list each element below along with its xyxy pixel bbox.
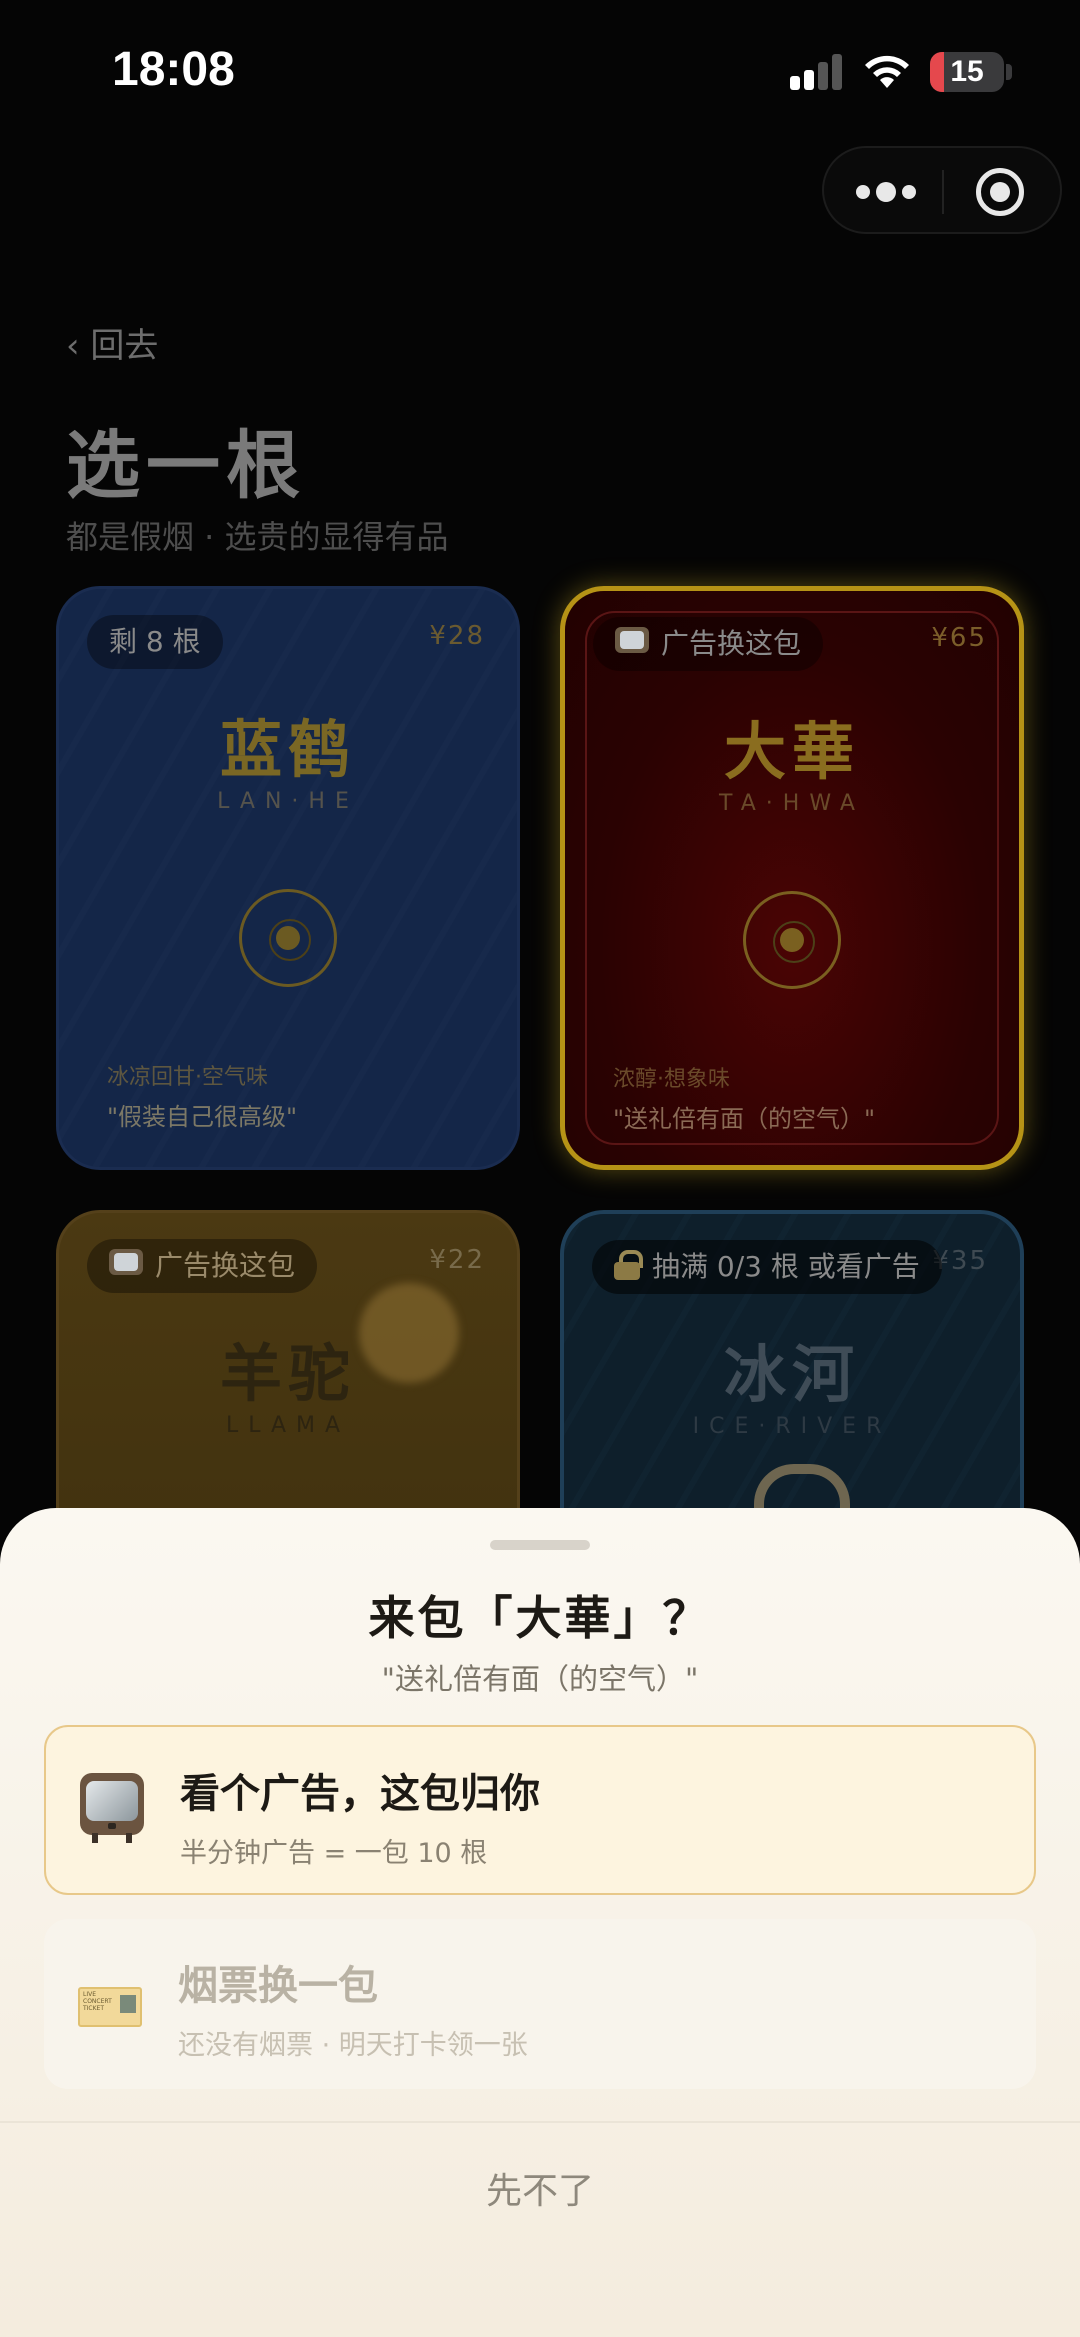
capsule-divider: [942, 170, 944, 214]
option-title: 烟票换一包: [178, 1963, 378, 2009]
brand-name: 冰河: [723, 1338, 860, 1411]
quote-text: "送礼倍有面（的空气）": [613, 1105, 876, 1133]
brand-name: 羊驼: [219, 1337, 356, 1410]
brand-name: 蓝鹤: [219, 713, 356, 786]
sheet-subtitle: "送礼倍有面（的空气）": [381, 1662, 699, 1696]
ticket-icon: [78, 1987, 142, 2027]
tv-icon: [109, 1249, 143, 1279]
flavor-text: 浓醇·想象味: [613, 1067, 730, 1092]
option-title: 看个广告，这包归你: [180, 1771, 540, 1817]
wifi-icon: [865, 55, 909, 88]
cigarette-card-lanhe[interactable]: 剩 8 根 ¥28 蓝鹤 LAN·HE 冰凉回甘·空气味 "假装自己很高级": [56, 586, 520, 1170]
brand-latin: ICE·RIVER: [692, 1414, 892, 1439]
more-dots-icon[interactable]: [856, 172, 916, 212]
cancel-button[interactable]: 先不了: [0, 2162, 1080, 2214]
battery-level: 15: [950, 55, 984, 88]
page-subtitle: 都是假烟 · 选贵的显得有品: [66, 518, 449, 556]
stock-badge-label: 剩 8 根: [109, 625, 201, 658]
brand-latin: TA·HWA: [719, 791, 865, 816]
brand-latin: LLAMA: [225, 1413, 351, 1438]
option-desc: 半分钟广告 = 一包 10 根: [180, 1838, 488, 1869]
price-label: ¥28: [429, 621, 485, 651]
back-link[interactable]: ‹ 回去: [66, 318, 158, 367]
ad-badge: 广告换这包: [87, 1239, 318, 1293]
stock-badge: 剩 8 根: [87, 615, 223, 669]
ad-badge: 广告换这包: [593, 617, 824, 671]
lock-badge: 抽满 0/3 根 或看广告: [592, 1240, 942, 1294]
battery-tip: [1006, 64, 1012, 80]
close-target-icon[interactable]: [976, 168, 1024, 216]
miniprogram-capsule: [822, 146, 1062, 234]
brand-name: 大華: [723, 715, 860, 788]
divider: [0, 2121, 1080, 2123]
quote-text: "假装自己很高级": [107, 1103, 298, 1131]
emblem-icon: [743, 891, 841, 989]
sheet-title: 来包「大華」？: [368, 1591, 712, 1645]
cigarette-card-dahua[interactable]: 广告换这包 ¥65 大華 TA·HWA 浓醇·想象味 "送礼倍有面（的空气）": [560, 586, 1024, 1170]
brand-latin: LAN·HE: [217, 789, 359, 814]
option-desc: 还没有烟票 · 明天打卡领一张: [178, 2030, 528, 2061]
price-label: ¥22: [429, 1245, 485, 1275]
purchase-sheet: 来包「大華」？ "送礼倍有面（的空气）" 看个广告，这包归你 半分钟广告 = 一…: [0, 1508, 1080, 2337]
lock-icon: [614, 1250, 643, 1280]
lock-badge-label: 抽满 0/3 根 或看广告: [652, 1250, 920, 1283]
tv-icon: [80, 1773, 158, 1851]
page-title: 选一根: [66, 423, 306, 509]
status-time: 18:08: [112, 43, 235, 96]
tv-icon: [615, 627, 649, 657]
sheet-grabber[interactable]: [490, 1540, 590, 1550]
ad-badge-label: 广告换这包: [155, 1249, 296, 1282]
watch-ad-option[interactable]: 看个广告，这包归你 半分钟广告 = 一包 10 根: [44, 1725, 1036, 1895]
price-label: ¥65: [931, 623, 987, 653]
emblem-icon: [239, 889, 337, 987]
flavor-text: 冰凉回甘·空气味: [107, 1065, 268, 1090]
battery-icon: 15: [930, 52, 1004, 92]
ad-badge-label: 广告换这包: [661, 627, 802, 660]
ticket-exchange-option[interactable]: 烟票换一包 还没有烟票 · 明天打卡领一张: [44, 1919, 1036, 2089]
signal-icon: [790, 54, 844, 90]
